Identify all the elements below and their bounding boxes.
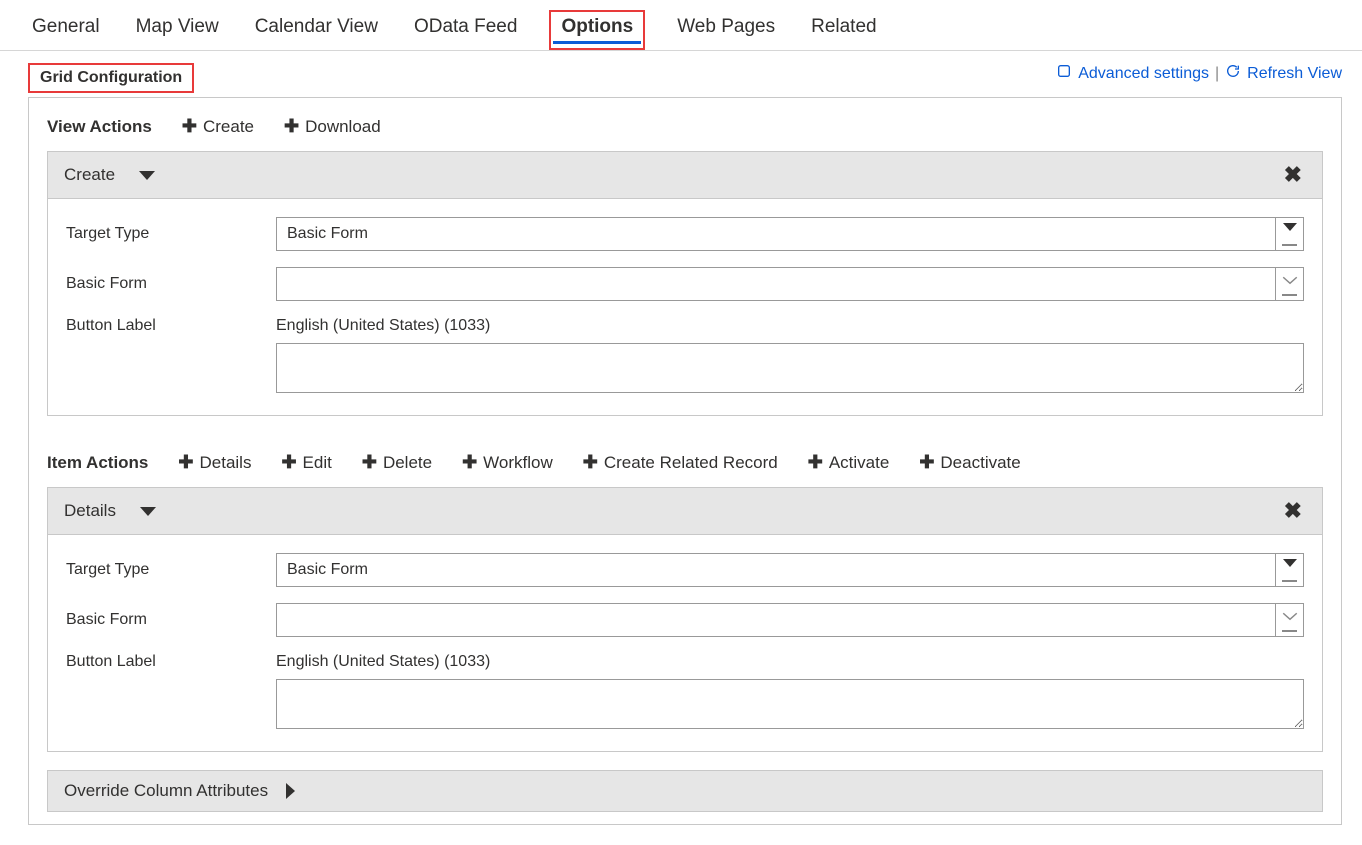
plus-icon: ✚: [919, 452, 934, 473]
button-label-label: Button Label: [66, 317, 276, 335]
add-create-button[interactable]: ✚ Create: [182, 116, 254, 137]
plus-icon: ✚: [462, 452, 477, 473]
plus-icon: ✚: [362, 452, 377, 473]
basic-form-lookup[interactable]: [276, 603, 1304, 637]
item-actions-title: Item Actions: [47, 453, 148, 473]
add-create-related-button[interactable]: ✚ Create Related Record: [583, 452, 778, 473]
dropdown-arrow-icon[interactable]: [1275, 554, 1303, 586]
add-create-label: Create: [203, 117, 254, 137]
tab-general[interactable]: General: [28, 10, 104, 50]
basic-form-label: Basic Form: [66, 611, 276, 629]
button-label-language: English (United States) (1033): [276, 317, 1304, 335]
refresh-icon: [1225, 63, 1241, 84]
item-actions-header: Item Actions ✚ Details ✚ Edit ✚ Delete ✚…: [29, 434, 1341, 487]
basic-form-label: Basic Form: [66, 275, 276, 293]
tab-options[interactable]: Options: [549, 10, 645, 50]
button-label-language: English (United States) (1033): [276, 653, 1304, 671]
tab-odata-feed[interactable]: OData Feed: [410, 10, 522, 50]
add-edit-button[interactable]: ✚ Edit: [281, 452, 331, 473]
target-type-value: Basic Form: [277, 554, 1275, 586]
grid-configuration-title: Grid Configuration: [28, 63, 194, 93]
button-label-input[interactable]: [276, 679, 1304, 729]
add-details-label: Details: [199, 453, 251, 473]
top-right-links: Advanced settings | Refresh View: [1056, 63, 1342, 84]
override-column-attributes-panel: Override Column Attributes: [47, 770, 1323, 812]
add-delete-button[interactable]: ✚ Delete: [362, 452, 432, 473]
add-create-related-label: Create Related Record: [604, 453, 778, 473]
view-actions-title: View Actions: [47, 117, 152, 137]
create-panel-close[interactable]: ✖: [1280, 162, 1306, 188]
add-deactivate-button[interactable]: ✚ Deactivate: [919, 452, 1020, 473]
add-download-button[interactable]: ✚ Download: [284, 116, 381, 137]
add-deactivate-label: Deactivate: [940, 453, 1020, 473]
dropdown-arrow-icon[interactable]: [1275, 218, 1303, 250]
add-delete-label: Delete: [383, 453, 432, 473]
add-workflow-button[interactable]: ✚ Workflow: [462, 452, 553, 473]
target-type-select[interactable]: Basic Form: [276, 553, 1304, 587]
plus-icon: ✚: [182, 116, 197, 137]
plus-icon: ✚: [281, 452, 296, 473]
target-type-select[interactable]: Basic Form: [276, 217, 1304, 251]
override-title: Override Column Attributes: [64, 781, 268, 801]
button-label-input[interactable]: [276, 343, 1304, 393]
plus-icon: ✚: [583, 452, 598, 473]
chevron-down-icon: [139, 171, 155, 180]
item-actions-details-panel: Details ✖ Target Type Basic Form B: [47, 487, 1323, 752]
tab-web-pages[interactable]: Web Pages: [673, 10, 779, 50]
divider: |: [1215, 65, 1219, 83]
tab-bar: General Map View Calendar View OData Fee…: [0, 0, 1362, 51]
add-edit-label: Edit: [303, 453, 332, 473]
refresh-view-label: Refresh View: [1247, 65, 1342, 83]
tab-map-view[interactable]: Map View: [132, 10, 223, 50]
chevron-down-icon: [140, 507, 156, 516]
lookup-arrow-icon[interactable]: [1275, 604, 1303, 636]
plus-icon: ✚: [178, 452, 193, 473]
add-activate-button[interactable]: ✚ Activate: [808, 452, 890, 473]
grid-configuration-panel: View Actions ✚ Create ✚ Download Create …: [28, 97, 1342, 825]
basic-form-value: [277, 604, 1275, 636]
add-workflow-label: Workflow: [483, 453, 553, 473]
lookup-arrow-icon[interactable]: [1275, 268, 1303, 300]
chevron-right-icon: [286, 783, 295, 799]
advanced-settings-link[interactable]: Advanced settings: [1056, 63, 1209, 84]
add-details-button[interactable]: ✚ Details: [178, 452, 251, 473]
target-type-value: Basic Form: [277, 218, 1275, 250]
create-panel-toggle[interactable]: Create: [64, 165, 155, 185]
square-icon: [1056, 63, 1072, 84]
target-type-label: Target Type: [66, 561, 276, 579]
advanced-settings-label: Advanced settings: [1078, 65, 1209, 83]
create-panel-title: Create: [64, 165, 115, 185]
tab-calendar-view[interactable]: Calendar View: [251, 10, 382, 50]
details-panel-toggle[interactable]: Details: [64, 501, 156, 521]
details-panel-title: Details: [64, 501, 116, 521]
refresh-view-link[interactable]: Refresh View: [1225, 63, 1342, 84]
add-download-label: Download: [305, 117, 381, 137]
override-column-attributes-toggle[interactable]: Override Column Attributes: [48, 771, 1322, 811]
basic-form-value: [277, 268, 1275, 300]
add-activate-label: Activate: [829, 453, 889, 473]
button-label-label: Button Label: [66, 653, 276, 671]
view-actions-create-panel: Create ✖ Target Type Basic Form Ba: [47, 151, 1323, 416]
basic-form-lookup[interactable]: [276, 267, 1304, 301]
plus-icon: ✚: [284, 116, 299, 137]
details-panel-close[interactable]: ✖: [1280, 498, 1306, 524]
plus-icon: ✚: [808, 452, 823, 473]
tab-related[interactable]: Related: [807, 10, 881, 50]
view-actions-header: View Actions ✚ Create ✚ Download: [29, 98, 1341, 151]
target-type-label: Target Type: [66, 225, 276, 243]
